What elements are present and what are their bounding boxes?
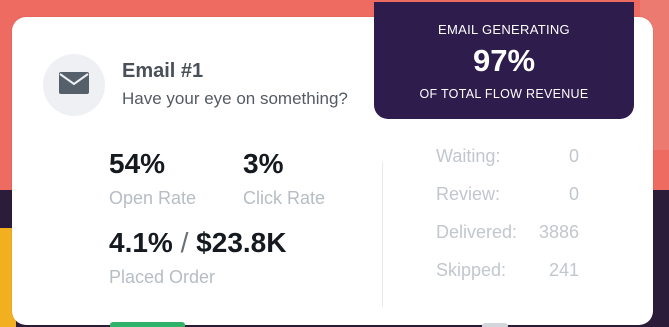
status-review-value: 0 [568, 184, 579, 204]
status-waiting-value: 0 [568, 146, 579, 166]
gray-control-edge[interactable] [482, 323, 508, 327]
open-rate-value: 54% [109, 148, 166, 179]
envelope-icon [59, 71, 89, 99]
placed-order-label: Placed Order [109, 267, 216, 287]
email-title: Email #1 [122, 60, 204, 82]
click-rate-value: 3% [243, 148, 284, 179]
status-delivered-label: Delivered: [436, 222, 518, 242]
open-rate-label: Open Rate [109, 188, 197, 208]
placed-order-rate: 4.1% [109, 227, 173, 258]
green-button-edge[interactable] [110, 322, 185, 327]
banner-percent: 97% [472, 43, 536, 78]
status-delivered-value: 3886 [538, 222, 579, 242]
status-review-label: Review: [436, 184, 501, 204]
stats-divider [382, 162, 383, 307]
placed-order-revenue: $23.8K [196, 227, 287, 258]
banner-heading: EMAIL GENERATING [438, 22, 570, 37]
status-skipped-label: Skipped: [436, 260, 507, 280]
revenue-banner: EMAIL GENERATING 97% OF TOTAL FLOW REVEN… [374, 2, 634, 119]
email-subtitle: Have your eye on something? [122, 89, 348, 108]
banner-subheading: OF TOTAL FLOW REVENUE [419, 87, 589, 101]
status-waiting-label: Waiting: [436, 146, 501, 166]
email-avatar [43, 54, 105, 116]
status-skipped-value: 241 [548, 260, 579, 280]
click-rate-label: Click Rate [243, 188, 326, 208]
placed-order-separator: / [180, 227, 189, 258]
placed-order-values: 4.1% / $23.8K [109, 227, 286, 259]
